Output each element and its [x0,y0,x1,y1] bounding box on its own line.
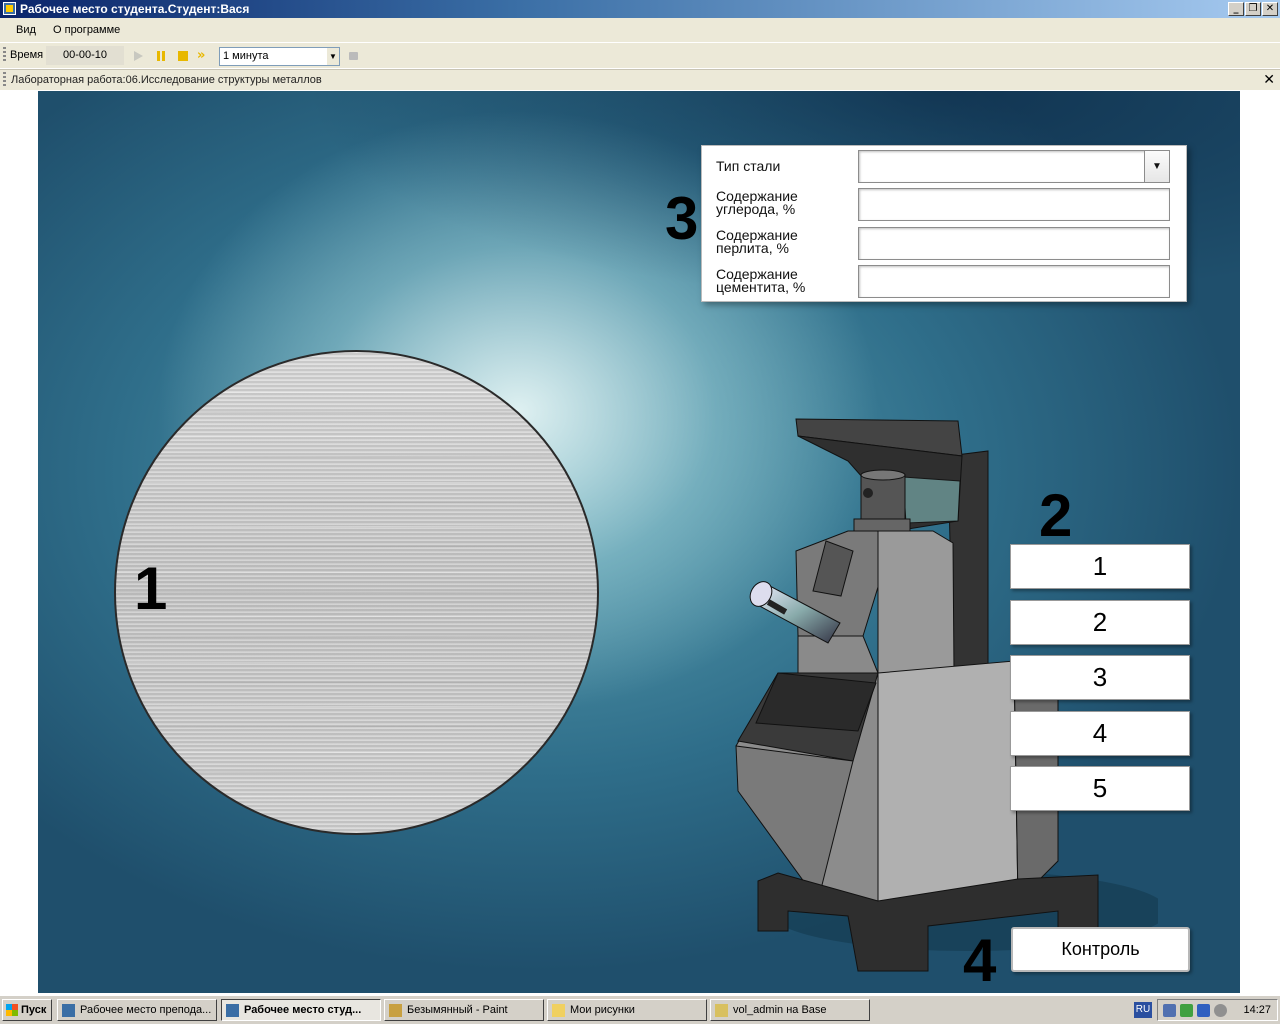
toolbar: Время 00-00-10 » 1 минута ▼ [0,42,1280,68]
task-label: Рабочее место студ... [244,1004,362,1016]
control-button[interactable]: Контроль [1011,927,1190,972]
task-label: Безымянный - Paint [407,1004,508,1016]
carbon-label: Содержание углерода, % [716,188,798,217]
marker-3: 3 [665,185,699,252]
network-icon[interactable] [1163,1004,1176,1017]
cementite-label: Содержание цементита, % [716,266,806,295]
play-icon[interactable] [130,48,146,64]
menu-about[interactable]: О программе [53,24,120,36]
window-titlebar: Рабочее место студента.Студент:Вася _ ❐ … [0,0,1280,18]
task-label: Мои рисунки [570,1004,635,1016]
start-label: Пуск [21,1004,47,1016]
carbon-input[interactable] [858,188,1170,221]
antivirus-icon[interactable] [1180,1004,1193,1017]
start-button[interactable]: Пуск [2,999,52,1021]
print-icon[interactable] [346,48,362,64]
marker-2: 2 [1039,482,1073,549]
sample-button-1[interactable]: 1 [1010,544,1190,589]
steel-type-select[interactable]: ▼ [858,150,1170,183]
toolbar-grip[interactable] [3,47,6,63]
language-indicator[interactable]: RU [1134,1002,1152,1018]
metal-texture [116,391,597,798]
fast-forward-icon[interactable]: » [197,48,213,64]
sample-button-2[interactable]: 2 [1010,600,1190,645]
task-label: Рабочее место препода... [80,1004,212,1016]
minimize-button[interactable]: _ [1228,2,1244,16]
close-window-button[interactable]: ✕ [1262,2,1278,16]
network-drive-icon [715,1004,728,1017]
taskbar: Пуск Рабочее место препода... Рабочее ме… [0,994,1280,1024]
result-form: Тип стали ▼ Содержание углерода, % Содер… [701,145,1187,302]
lab-grip [3,72,6,88]
pearlite-input[interactable] [858,227,1170,260]
interval-value: 1 минута [223,50,269,62]
chevron-down-icon[interactable]: ▼ [327,48,339,65]
app-window-icon [62,1004,75,1017]
menu-view[interactable]: Вид [16,24,36,36]
task-my-pictures[interactable]: Мои рисунки [547,999,707,1021]
stop-icon[interactable] [175,48,191,64]
sample-button-3[interactable]: 3 [1010,655,1190,700]
app-window-icon [226,1004,239,1017]
system-tray: 14:27 [1157,999,1278,1021]
cementite-input[interactable] [858,265,1170,298]
lab-workspace: 1 3 Тип стали ▼ Содержание углерода, % С… [38,91,1240,993]
marker-1: 1 [134,555,168,622]
pearlite-label: Содержание перлита, % [716,227,798,256]
sample-button-4[interactable]: 4 [1010,711,1190,756]
task-vol-admin[interactable]: vol_admin на Base [710,999,870,1021]
app-icon [3,2,16,15]
menu-bar: Вид О программе [0,18,1280,42]
time-display: 00-00-10 [46,46,124,65]
paint-icon [389,1004,402,1017]
chevron-down-icon[interactable]: ▼ [1144,151,1169,182]
sample-button-5[interactable]: 5 [1010,766,1190,811]
clock-icon[interactable] [1214,1004,1227,1017]
window-title: Рабочее место студента.Студент:Вася [20,2,250,16]
task-paint[interactable]: Безымянный - Paint [384,999,544,1021]
task-label: vol_admin на Base [733,1004,827,1016]
pause-icon[interactable] [153,48,169,64]
steel-type-label: Тип стали [716,158,781,174]
time-label: Время [10,49,44,61]
specimen-view[interactable] [114,350,599,835]
interval-select[interactable]: 1 минута ▼ [219,47,340,66]
lab-title: Лабораторная работа:06.Исследование стру… [11,74,322,86]
system-clock[interactable]: 14:27 [1243,1004,1271,1016]
task-student-app[interactable]: Рабочее место студ... [221,999,381,1021]
task-teacher-app[interactable]: Рабочее место препода... [57,999,217,1021]
lab-header: Лабораторная работа:06.Исследование стру… [0,69,1280,90]
folder-icon [552,1004,565,1017]
windows-logo-icon [6,1004,18,1016]
marker-4: 4 [963,927,997,993]
close-lab-icon[interactable]: ✕ [1263,71,1275,88]
restore-button[interactable]: ❐ [1245,2,1261,16]
monitor-icon[interactable] [1197,1004,1210,1017]
